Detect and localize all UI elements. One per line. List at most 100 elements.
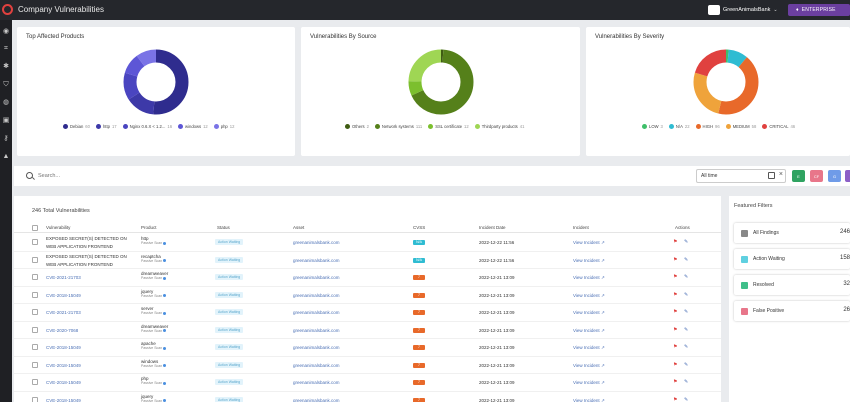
- legend-item[interactable]: HIGH 96: [695, 124, 720, 129]
- row-checkbox[interactable]: [32, 326, 38, 333]
- asset-link[interactable]: greenanimalsbank.com: [293, 240, 340, 245]
- edit-icon[interactable]: ✎: [684, 344, 688, 350]
- vulnerability-name[interactable]: CVE-2018-15049: [46, 293, 81, 298]
- flag-icon[interactable]: ⚑: [673, 292, 677, 298]
- vulnerability-name[interactable]: CVE-2020-7068: [46, 328, 78, 333]
- time-range-select[interactable]: All time ×: [696, 169, 786, 183]
- status-badge[interactable]: Action Waiting: [215, 326, 244, 333]
- asset-link[interactable]: greenanimalsbank.com: [293, 293, 340, 298]
- vulnerability-name[interactable]: CVE-2018-15049: [46, 345, 81, 350]
- products-donut-chart[interactable]: [121, 47, 191, 117]
- vulnerability-name[interactable]: CVE-2018-15049: [46, 363, 81, 368]
- status-badge[interactable]: Action Waiting: [215, 291, 244, 298]
- info-icon[interactable]: [163, 346, 167, 350]
- table-row[interactable]: CVE-2021-21703 server Passive Scan Action W…: [14, 304, 721, 322]
- info-icon[interactable]: [163, 364, 167, 367]
- vulnerability-name[interactable]: CVE-2021-21703: [46, 310, 81, 315]
- row-checkbox[interactable]: [32, 309, 38, 315]
- featured-filter-item[interactable]: False Positive 26: [734, 301, 850, 321]
- info-icon[interactable]: [163, 381, 167, 385]
- legend-item[interactable]: windows 12: [178, 124, 208, 129]
- info-icon[interactable]: [163, 329, 167, 332]
- table-row[interactable]: CVE-2021-21703 dreamweaver Passive Scan Act…: [14, 269, 721, 287]
- table-row[interactable]: CVE-2018-15049 jquery Passive Scan Action W…: [14, 287, 721, 304]
- status-badge[interactable]: Action Waiting: [215, 239, 244, 245]
- view-incident-link[interactable]: View Incident ↗: [573, 275, 605, 281]
- flag-icon[interactable]: ⚑: [673, 239, 677, 245]
- status-badge[interactable]: Action Waiting: [215, 361, 244, 368]
- shield-icon[interactable]: ⛉: [2, 81, 10, 89]
- row-checkbox[interactable]: [32, 379, 38, 385]
- legend-item[interactable]: N/A 22: [668, 124, 690, 129]
- search-input[interactable]: [38, 171, 338, 181]
- view-incident-link[interactable]: View Incident ↗: [573, 345, 605, 351]
- legend-item[interactable]: Debian 60: [63, 124, 90, 129]
- edit-icon[interactable]: ✎: [684, 239, 688, 245]
- status-badge[interactable]: Action Waiting: [215, 396, 244, 402]
- table-row[interactable]: CVE-2020-7068 dreamweaver Passive Scan Acti…: [14, 322, 721, 339]
- legend-item[interactable]: CRITICAL 46: [762, 124, 795, 129]
- table-row[interactable]: CVE-2018-15049 php Passive Scan Action Wait…: [14, 374, 721, 392]
- asset-link[interactable]: greenanimalsbank.com: [293, 380, 340, 385]
- row-checkbox[interactable]: [32, 361, 38, 368]
- edit-icon[interactable]: ✎: [684, 362, 688, 368]
- more-button[interactable]: [845, 170, 850, 182]
- view-incident-link[interactable]: View Incident ↗: [573, 258, 605, 264]
- home-icon[interactable]: ◉: [2, 28, 10, 36]
- col-incident-date[interactable]: Incident Date: [479, 225, 506, 230]
- select-all-checkbox[interactable]: [32, 225, 38, 231]
- vulnerability-name[interactable]: CVE-2018-15049: [46, 398, 81, 402]
- featured-filter-item[interactable]: All Findings 246: [734, 223, 850, 243]
- legend-item[interactable]: Others 2: [345, 124, 369, 129]
- asset-link[interactable]: greenanimalsbank.com: [293, 398, 340, 402]
- user-icon[interactable]: ▲: [2, 153, 10, 161]
- scan-icon[interactable]: ⌗: [2, 45, 10, 53]
- asset-link[interactable]: greenanimalsbank.com: [293, 345, 340, 350]
- flag-icon[interactable]: ⚑: [673, 344, 677, 350]
- vulnerability-name[interactable]: CVE-2018-15049: [46, 380, 81, 385]
- legend-item[interactable]: MEDIUM 58: [725, 124, 756, 129]
- row-checkbox[interactable]: [32, 256, 38, 263]
- asset-link[interactable]: greenanimalsbank.com: [293, 310, 340, 315]
- col-vulnerability[interactable]: Vulnerability: [46, 225, 70, 230]
- row-checkbox[interactable]: [32, 274, 38, 280]
- legend-item[interactable]: http 17: [95, 124, 117, 129]
- edit-icon[interactable]: ✎: [684, 327, 688, 333]
- vulnerability-name[interactable]: EXPOSED SECRET(S) DETECTED ON WEB APPLIC…: [46, 235, 138, 251]
- source-donut-chart[interactable]: [406, 47, 476, 117]
- row-checkbox[interactable]: [32, 291, 38, 298]
- flag-icon[interactable]: ⚑: [673, 379, 677, 385]
- legend-item[interactable]: SSL certificate 12: [428, 124, 469, 129]
- asset-link[interactable]: greenanimalsbank.com: [293, 328, 340, 333]
- info-icon[interactable]: [163, 241, 167, 245]
- asset-link[interactable]: greenanimalsbank.com: [293, 275, 340, 280]
- edit-icon[interactable]: ✎: [684, 292, 688, 298]
- status-badge[interactable]: Action Waiting: [215, 309, 244, 315]
- featured-filter-item[interactable]: Resolved 32: [734, 275, 850, 295]
- vulnerability-name[interactable]: EXPOSED SECRET(S) DETECTED ON WEB APPLIC…: [46, 253, 138, 269]
- view-incident-link[interactable]: View Incident ↗: [573, 398, 605, 402]
- row-checkbox[interactable]: [32, 396, 38, 402]
- clear-icon[interactable]: ×: [779, 171, 783, 178]
- globe-icon[interactable]: ◍: [2, 99, 10, 107]
- flag-icon[interactable]: ⚑: [673, 397, 677, 402]
- legend-item[interactable]: Nginx 0.6.X < 1.2... 16: [122, 124, 172, 129]
- asset-link[interactable]: greenanimalsbank.com: [293, 258, 340, 263]
- plan-badge[interactable]: ♦ ENTERPRISE: [788, 4, 850, 16]
- lock-icon[interactable]: ▣: [2, 117, 10, 125]
- flag-icon[interactable]: ⚑: [673, 274, 677, 280]
- logo-icon[interactable]: [2, 4, 13, 15]
- legend-item[interactable]: Network systems 111: [374, 124, 422, 129]
- legend-item[interactable]: Thirdparty products 41: [474, 124, 524, 129]
- view-incident-link[interactable]: View Incident ↗: [573, 310, 605, 316]
- col-asset[interactable]: Asset: [293, 225, 304, 230]
- col-incident[interactable]: Incident: [573, 225, 589, 230]
- col-status[interactable]: Status: [217, 225, 230, 230]
- legend-item[interactable]: php 12: [213, 124, 234, 129]
- key-icon[interactable]: ⚷: [2, 135, 10, 143]
- edit-icon[interactable]: ✎: [684, 309, 688, 315]
- col-cvss[interactable]: CVSS: [413, 225, 425, 230]
- view-incident-link[interactable]: View Incident ↗: [573, 328, 605, 334]
- view-incident-link[interactable]: View Incident ↗: [573, 380, 605, 386]
- table-row[interactable]: CVE-2018-15049 apache Passive Scan Action W…: [14, 339, 721, 357]
